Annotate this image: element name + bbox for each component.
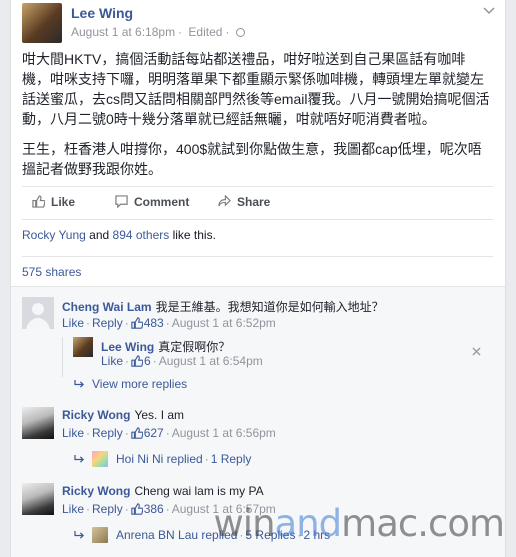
thumbs-up-icon <box>32 195 45 208</box>
watermark-part: win <box>213 502 276 545</box>
view-more-replies-link[interactable]: View more replies <box>74 377 187 391</box>
comment-time[interactable]: August 1 at 6:52pm <box>172 316 276 330</box>
watermark: winandmac.com <box>213 502 505 545</box>
thumbs-up-icon <box>131 427 143 439</box>
post-card: Lee Wing August 1 at 6:18pm · Edited · 咁大間… <box>10 0 506 557</box>
comment-like-count[interactable]: 386 <box>144 502 164 516</box>
likes-summary: Rocky Yung and 894 others like this. <box>22 228 493 242</box>
reply: Lee Wing 真定假啊你？ Like · 6 · August 1 at 6:54pm <box>62 337 493 377</box>
reply-like-count[interactable]: 6 <box>144 354 151 368</box>
comment-reply-link[interactable]: Reply <box>92 316 123 330</box>
author-name[interactable]: Lee Wing <box>71 5 133 21</box>
comment-button[interactable]: Comment <box>115 195 189 209</box>
comment-text: 我是王維基。我想知道你是如何輸入地址？ <box>155 300 384 314</box>
shares-link[interactable]: 575 shares <box>22 256 493 286</box>
comment-label: Comment <box>134 195 190 209</box>
reply-line: Lee Wing 真定假啊你？ <box>101 338 230 355</box>
reply-arrow-icon <box>74 380 84 388</box>
globe-icon <box>235 28 245 37</box>
commenter-name[interactable]: Ricky Wong <box>62 408 130 422</box>
likes-joiner: and <box>85 228 113 242</box>
post-time[interactable]: August 1 at 6:18pm <box>71 25 175 39</box>
avatar <box>92 527 108 543</box>
others-link[interactable]: 894 others <box>113 228 170 242</box>
avatar[interactable] <box>22 297 54 329</box>
comment-text: Cheng wai lam is my PA <box>134 484 264 498</box>
comment-text: 真定假啊你？ <box>158 340 231 354</box>
post-body: 咁大間HKTV，搞個活動話每站都送禮品，咁好啦送到自己果區話有咖啡機，咁咪支持下… <box>22 49 491 189</box>
edited-label[interactable]: Edited <box>188 25 222 39</box>
post-header: Lee Wing August 1 at 6:18pm · Edited · <box>22 3 495 43</box>
comment: Ricky Wong Yes. I am Like · Reply · 627 · Augus… <box>22 407 493 477</box>
comment-time[interactable]: August 1 at 6:56pm <box>172 426 276 440</box>
author-avatar[interactable] <box>22 3 62 43</box>
comment-reply-link[interactable]: Reply <box>92 502 123 516</box>
likes-suffix: like this. <box>169 228 216 242</box>
commenter-name[interactable]: Lee Wing <box>101 340 154 354</box>
avatar <box>92 451 108 467</box>
reply-actions: Like · 6 · August 1 at 6:54pm <box>101 354 263 368</box>
share-label: Share <box>237 195 271 209</box>
comment-like-link[interactable]: Like <box>62 316 84 330</box>
comment-actions: Like · Reply · 483 · August 1 at 6:52pm <box>62 316 276 330</box>
comment-icon <box>115 195 128 208</box>
close-icon[interactable] <box>472 347 481 356</box>
reply-arrow-icon <box>74 455 84 463</box>
thumbs-up-icon <box>131 503 143 515</box>
view-more-label: View more replies <box>92 377 188 391</box>
like-label: Like <box>51 195 76 209</box>
comment-line: Ricky Wong Cheng wai lam is my PA <box>62 484 264 498</box>
reply-like-link[interactable]: Like <box>101 354 123 368</box>
thumbs-up-icon <box>131 317 143 329</box>
commenter-name[interactable]: Cheng Wai Lam <box>62 300 152 314</box>
post-paragraph: 王生，枉香港人咁撐你，400$就試到你點做生意，我圖都cap低埋，呢次唔搵記者做… <box>22 141 482 177</box>
share-button[interactable]: Share <box>218 195 270 209</box>
comment-like-link[interactable]: Like <box>62 426 84 440</box>
chevron-down-icon[interactable] <box>483 7 495 17</box>
commenter-name[interactable]: Ricky Wong <box>62 484 130 498</box>
comment-line: Cheng Wai Lam 我是王維基。我想知道你是如何輸入地址？ <box>62 298 384 315</box>
post-meta: August 1 at 6:18pm · Edited · <box>71 25 248 39</box>
reply-time[interactable]: August 1 at 6:54pm <box>159 354 263 368</box>
thumbs-up-icon <box>131 355 144 367</box>
comment-reply-link[interactable]: Reply <box>92 426 123 440</box>
comment-like-link[interactable]: Like <box>62 502 84 516</box>
replied-name: Hoi Ni Ni replied <box>116 452 203 466</box>
post-actions: Like Comment Share <box>22 186 493 220</box>
comment-actions: Like · Reply · 627 · August 1 at 6:56pm <box>62 426 276 440</box>
liker-link[interactable]: Rocky Yung <box>22 228 86 242</box>
reply-count: 1 Reply <box>210 452 252 466</box>
post-paragraph: 咁大間HKTV，搞個活動話每站都送禮品，咁好啦送到自己果區話有咖啡機，咁咪支持下… <box>22 51 490 127</box>
watermark-part: and <box>274 502 343 545</box>
replied-summary-link[interactable]: Hoi Ni Ni replied · 1 Reply <box>74 451 251 467</box>
comment-like-count[interactable]: 627 <box>144 426 164 440</box>
avatar[interactable] <box>22 407 54 439</box>
comment-line: Ricky Wong Yes. I am <box>62 408 184 422</box>
comment-like-count[interactable]: 483 <box>144 316 164 330</box>
watermark-part: mac.com <box>341 502 505 545</box>
like-button[interactable]: Like <box>32 195 75 209</box>
comment-text: Yes. I am <box>134 408 185 422</box>
comment: Cheng Wai Lam 我是王維基。我想知道你是如何輸入地址？ Like · Re… <box>22 297 493 417</box>
avatar[interactable] <box>22 483 54 515</box>
reply-arrow-icon <box>74 531 84 539</box>
share-icon <box>218 195 231 207</box>
avatar[interactable] <box>73 337 93 357</box>
